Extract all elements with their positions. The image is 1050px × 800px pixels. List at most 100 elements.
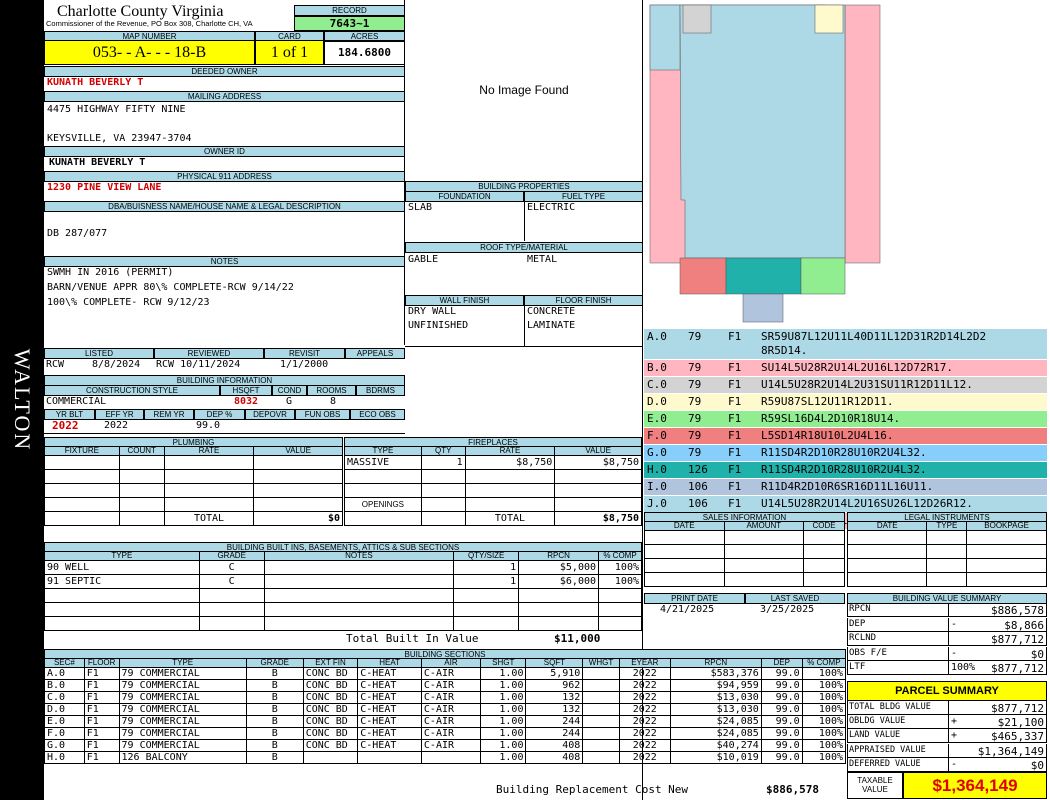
rem-year-label: REM YR [144, 409, 194, 420]
section-cell: C-HEAT [357, 727, 422, 740]
builtin-grade: C [198, 560, 265, 575]
sketch-code-num: 79 [688, 429, 702, 442]
section-cell: 99.0 [760, 715, 803, 728]
builtins-table: TYPE GRADE NOTES QTY/SIZE RPCN % COMP 90… [44, 551, 642, 631]
section-cell: C-AIR [420, 727, 482, 740]
section-cell: 2022 [618, 667, 671, 680]
sketch-code-num: 106 [688, 497, 708, 510]
section-cell: 5,910 [525, 667, 584, 680]
section-cell: 100% [801, 679, 847, 692]
section-cell: $40,274 [669, 739, 762, 752]
parcel-summary-row: DEFERRED VALUE - $0 [847, 757, 1047, 772]
plumbing-col-header: FIXTURE [44, 446, 120, 456]
section-cell: C-AIR [420, 739, 482, 752]
section-cell: 408 [525, 739, 584, 752]
section-cell: 2022 [618, 679, 671, 692]
section-cell: CONC BD [302, 703, 359, 716]
mailing-address-label: MAILING ADDRESS [44, 91, 405, 102]
section-cell: 962 [525, 679, 584, 692]
section-cell: 132 [525, 691, 584, 704]
section-cell [302, 751, 359, 764]
eff-year-label: EFF YR [95, 409, 144, 420]
depovr-label: DEPOVR [245, 409, 295, 420]
section-col-header: AIR [420, 658, 482, 668]
plumbing-col-header: COUNT [118, 446, 165, 456]
section-cell: F1 [83, 691, 120, 704]
note-line: BARN/VENUE APPR 80\% COMPLETE-RCW 9/14/2… [47, 282, 294, 293]
section-cell: C-HEAT [357, 739, 422, 752]
sketch-code-floor: F1 [728, 429, 742, 442]
value-summary-value: $877,712 [991, 662, 1044, 675]
sketch-code: G.0 [647, 446, 667, 459]
physical-address-label: PHYSICAL 911 ADDRESS [44, 171, 405, 182]
sketch-code-path: U14L5U28R2U14L2U16SU26L12D26R12. [761, 497, 973, 510]
last-saved-date: 3/25/2025 [760, 604, 815, 615]
sketch-code-path: U14L5U28R2U14L2U31SU11R12D11L12. [761, 378, 973, 391]
sketch-code: F.0 [647, 429, 667, 442]
sketch-code-floor: F1 [728, 330, 742, 343]
section-cell: C.0 [44, 691, 85, 704]
section-row: C.0 F1 79 COMMERCIAL B CONC BD C-HEAT C-AIR 1.0… [44, 691, 847, 704]
section-cell: B [245, 667, 304, 680]
sketch-code: H.0 [647, 463, 667, 476]
value-summary-value: $8,866 [1004, 618, 1044, 632]
value-summary-label: OBS F/E [849, 647, 887, 658]
sketch-code-path: R59U87SL12U11R12D11. [761, 395, 894, 408]
listed-label: LISTED [44, 348, 154, 359]
builtin-notes [263, 574, 455, 589]
sketch-code-floor: F1 [728, 480, 742, 493]
legal-col-header: BOOKPAGE [966, 521, 1047, 531]
parcel-summary-row: TOTAL BLDG VALUE $877,712 [847, 701, 1047, 715]
section-cell: C-AIR [420, 715, 482, 728]
section-cell: 100% [801, 667, 847, 680]
section-col-header: % COMP [801, 658, 847, 668]
section-cell [582, 739, 620, 752]
parcel-summary-value: $1,364,149 [977, 744, 1044, 758]
parcel-summary-value: $0 [1030, 758, 1044, 772]
sketch-code-num: 79 [688, 361, 702, 374]
fireplace-total-label: TOTAL [464, 511, 556, 526]
builtin-row: 90 WELL C 1 $5,000 100% [44, 560, 642, 575]
sketch-code: C.0 [647, 378, 667, 391]
parcel-summary-label: DEFERRED VALUE [849, 758, 921, 769]
section-cell: 244 [525, 715, 584, 728]
section-cell: 79 COMMERCIAL [118, 715, 247, 728]
section-col-header: TYPE [118, 658, 247, 668]
section-cell: 100% [801, 727, 847, 740]
section-cell [582, 715, 620, 728]
parcel-summary-sign: + [951, 730, 958, 742]
floor-finish-value: LAMINATE [527, 320, 576, 331]
sketch-code: B.0 [647, 361, 667, 374]
section-cell: 1.00 [480, 751, 527, 764]
section-row: A.0 F1 79 COMMERCIAL B CONC BD C-HEAT C-AIR 1.0… [44, 667, 847, 680]
section-cell: 244 [525, 727, 584, 740]
replacement-cost-total: $886,578 [766, 783, 819, 796]
sketch-section-j [649, 4, 681, 71]
section-cell: 1.00 [480, 727, 527, 740]
fun-obs-label: FUN OBS [295, 409, 350, 420]
sketch-code-row: A.0 79 F1 SR59U87L12U11L40D11L12D31R2D14L2D… [644, 329, 1047, 359]
owner-id-label: OWNER ID [44, 146, 405, 157]
builtins-col-header: NOTES [263, 551, 455, 561]
year-built: 2022 [52, 419, 79, 432]
cond-label: COND [272, 385, 307, 396]
plumbing-table: FIXTURE COUNT RATE VALUE TOTAL $0 [44, 446, 343, 526]
parcel-summary-sign: + [951, 716, 958, 728]
record-number: 7643~1 [294, 16, 405, 31]
hsqft-value: 8032 [234, 396, 259, 407]
value-summary-label: RCLND [849, 633, 877, 643]
builtins-col-header: RPCN [518, 551, 600, 561]
section-cell: H.0 [44, 751, 85, 764]
builtin-qty: 1 [453, 560, 520, 575]
value-summary-value: $0 [1030, 647, 1044, 661]
section-cell: C-AIR [420, 691, 482, 704]
section-cell: D.0 [44, 703, 85, 716]
sketch-code: E.0 [647, 412, 667, 425]
sketch-code-floor: F1 [728, 412, 742, 425]
bdrms-label: BDRMS [356, 385, 405, 396]
sketch-code-floor: F1 [728, 463, 742, 476]
rooms-value: 8 [330, 396, 337, 407]
parcel-summary-row: LAND VALUE + $465,337 [847, 729, 1047, 744]
legal-table: DATE TYPE BOOKPAGE [846, 521, 1047, 587]
section-cell: 2022 [618, 751, 671, 764]
